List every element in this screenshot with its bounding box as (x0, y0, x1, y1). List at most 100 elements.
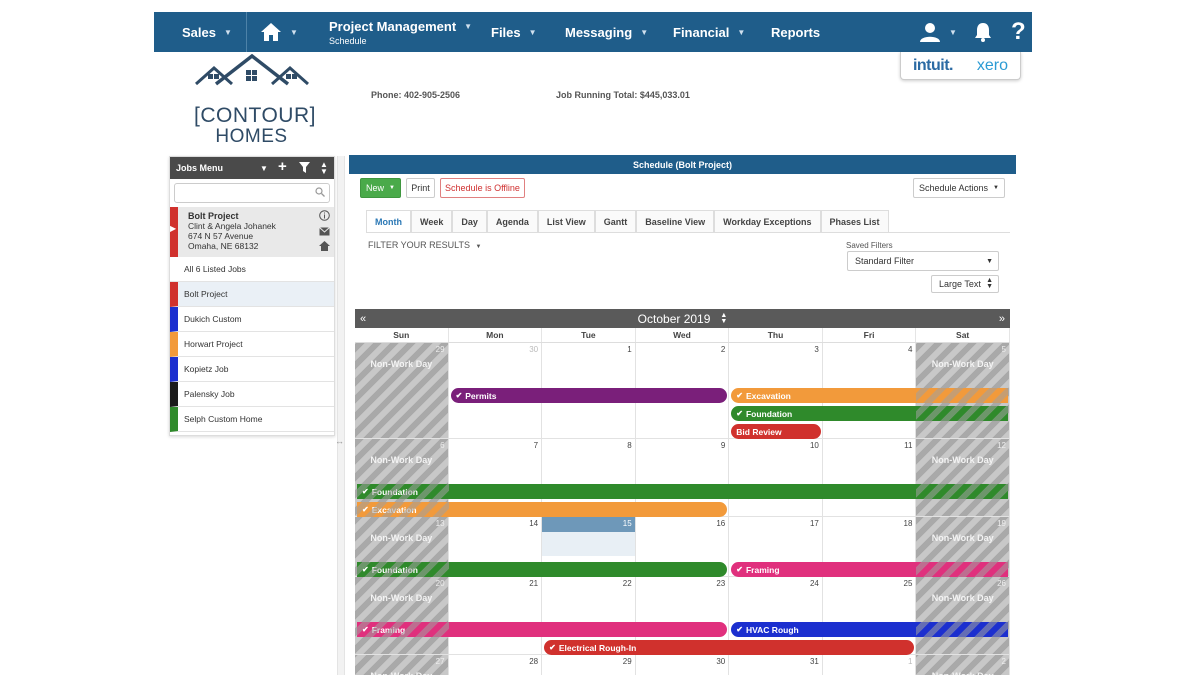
tab-week[interactable]: Week (411, 210, 453, 232)
schedule-event[interactable]: ✔ Permits (450, 388, 728, 403)
prev-month-button[interactable]: « (360, 313, 366, 325)
non-work-day-cell[interactable]: 12 Non-Work Day (916, 439, 1010, 517)
text-size-select[interactable]: Large Text ▲ ▼ (931, 275, 999, 293)
schedule-offline-button[interactable]: Schedule is Offline (440, 178, 525, 198)
non-work-day-event-overlay (357, 562, 449, 577)
non-work-day-cell[interactable]: 26 Non-Work Day (916, 577, 1010, 655)
calendar-month-label[interactable]: October 2019 (638, 312, 711, 326)
tab-baseline-view[interactable]: Baseline View (636, 210, 715, 232)
job-running-total: Job Running Total: $445,033.01 (556, 90, 690, 100)
non-work-day-event-overlay (357, 484, 449, 499)
nav-project-management-sub: Schedule (329, 36, 367, 46)
job-item-horwart-project[interactable]: Horwart Project (170, 332, 334, 357)
day-cell[interactable]: 21 (448, 577, 543, 655)
day-cell[interactable]: 29 (542, 655, 636, 675)
print-button[interactable]: Print (406, 178, 435, 198)
job-item-dukich-custom[interactable]: Dukich Custom (170, 307, 334, 332)
non-work-day-cell[interactable]: 29 Non-Work Day (355, 343, 449, 439)
jobs-search-input[interactable] (175, 185, 315, 203)
chevron-down-icon[interactable]: ▼ (260, 164, 268, 173)
job-item-bolt-project[interactable]: Bolt Project (170, 282, 334, 307)
calendar-week: 20Non-Work Day212223242526Non-Work Day✔F… (355, 577, 1010, 655)
nav-files[interactable]: Files ▼ (491, 12, 537, 52)
non-work-day-event-overlay (916, 622, 1008, 637)
day-cell[interactable]: 28 (449, 655, 543, 675)
tab-day[interactable]: Day (452, 210, 487, 232)
non-work-day-cell[interactable]: 20 Non-Work Day (355, 577, 449, 655)
schedule-actions-button[interactable]: Schedule Actions ▼ (913, 178, 1005, 198)
day-number: 10 (809, 441, 819, 450)
all-jobs-item[interactable]: All 6 Listed Jobs (170, 257, 334, 282)
job-item-label: Selph Custom Home (184, 414, 263, 424)
filter-icon[interactable] (299, 162, 310, 174)
selected-job-card[interactable]: Bolt Project Clint & Angela Johanek 674 … (170, 207, 334, 257)
day-of-week-header: Sun Mon Tue Wed Thu Fri Sat (355, 328, 1010, 343)
day-cell[interactable]: 30 (636, 655, 730, 675)
day-number: 8 (627, 441, 632, 450)
nav-sales[interactable]: Sales ▼ (182, 12, 232, 52)
panel-splitter[interactable]: ↔ (335, 156, 345, 675)
saved-filter-select[interactable]: Standard Filter ▼ (847, 251, 999, 271)
schedule-event[interactable]: Bid Review (731, 424, 821, 439)
chevron-down-icon: ▼ (475, 244, 482, 250)
new-button[interactable]: New ▼ (360, 178, 401, 198)
day-number: 13 (435, 519, 445, 528)
day-number: 12 (997, 441, 1006, 450)
job-item-selph-custom-home[interactable]: Selph Custom Home (170, 407, 334, 432)
tab-phases-list[interactable]: Phases List (820, 210, 889, 232)
job-item-palensky-job[interactable]: Palensky Job (170, 382, 334, 407)
non-work-day-cell[interactable]: 27 Non-Work Day (355, 655, 449, 675)
day-number: 14 (529, 519, 539, 528)
selected-job-address2: Omaha, NE 68132 (188, 241, 259, 251)
day-number: 22 (622, 579, 632, 588)
nav-financial[interactable]: Financial ▼ (673, 12, 745, 52)
job-item-kopietz-job[interactable]: Kopietz Job (170, 357, 334, 382)
plus-icon[interactable]: + (278, 158, 287, 175)
info-icon[interactable] (319, 210, 330, 221)
day-cell[interactable]: 11 (822, 439, 917, 517)
nav-messaging[interactable]: Messaging ▼ (565, 12, 648, 52)
non-work-day-label: Non-Work Day (916, 671, 1009, 675)
tab-month[interactable]: Month (366, 210, 411, 232)
day-number: 7 (533, 441, 539, 450)
nav-home[interactable]: ▼ (260, 12, 298, 52)
user-menu[interactable]: ▼ (919, 12, 957, 52)
jobs-menu-header: Jobs Menu ▼ + ▲ ▼ (170, 157, 334, 179)
sort-icon[interactable]: ▲ ▼ (320, 161, 328, 176)
saved-filters-label: Saved Filters (846, 241, 893, 250)
selected-job-address1: 674 N 57 Avenue (188, 231, 254, 241)
nav-project-management-label: Project Management (329, 18, 457, 34)
non-work-day-cell[interactable]: 2 Non-Work Day (916, 655, 1010, 675)
mail-icon[interactable] (319, 227, 330, 236)
xero-logo[interactable]: xero (977, 57, 1008, 75)
day-cell[interactable]: 1 (823, 655, 917, 675)
day-number: 19 (997, 519, 1006, 528)
day-number: 9 (720, 441, 726, 450)
check-icon: ✔ (736, 565, 743, 574)
schedule-event-label: Permits (465, 390, 497, 401)
filter-results-toggle[interactable]: FILTER YOUR RESULTS ▼ (368, 240, 482, 250)
tab-workday-exceptions[interactable]: Workday Exceptions (714, 210, 821, 232)
search-icon[interactable] (315, 187, 325, 197)
app-window: Sales ▼ ▼ Project Management ▼ Schedule … (154, 12, 1032, 675)
chevron-down-icon: ▼ (949, 27, 957, 37)
chevron-down-icon: ▼ (290, 27, 298, 37)
tab-gantt[interactable]: Gantt (594, 210, 637, 232)
day-cell[interactable]: 10 (729, 439, 823, 517)
tab-agenda[interactable]: Agenda (486, 210, 538, 232)
day-cell[interactable]: 31 (729, 655, 823, 675)
next-month-button[interactable]: » (999, 313, 1005, 325)
intuit-logo[interactable]: intuit. (913, 57, 954, 75)
chevron-down-icon: ▼ (986, 257, 993, 265)
schedule-event[interactable]: ✔Foundation (357, 484, 1008, 499)
help-button[interactable]: ? (1011, 12, 1026, 52)
day-number: 3 (814, 345, 819, 354)
nav-reports[interactable]: Reports (771, 12, 820, 52)
tab-list-view[interactable]: List View (537, 210, 595, 232)
notifications-button[interactable] (974, 12, 992, 52)
schedule-event[interactable]: ✔ Electrical Rough-In (544, 640, 915, 655)
resize-handle-icon[interactable]: ↔ (335, 436, 344, 446)
jobs-search-box[interactable] (174, 183, 330, 203)
month-picker-icon[interactable]: ▲ ▼ (720, 312, 727, 325)
house-icon[interactable] (319, 241, 330, 251)
